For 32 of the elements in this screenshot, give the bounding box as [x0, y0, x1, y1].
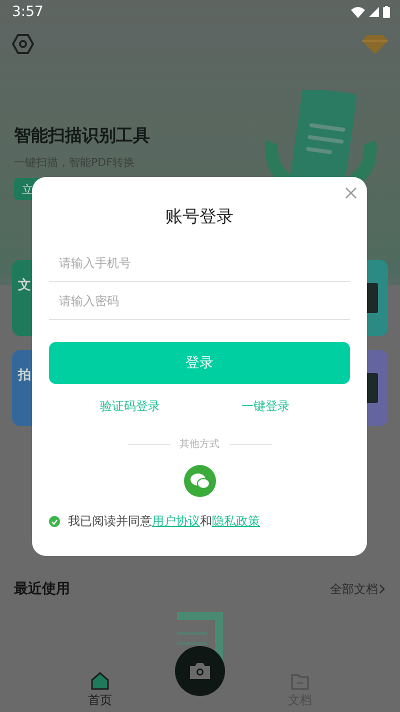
battery-icon: [383, 6, 390, 18]
camera-icon: [189, 662, 211, 680]
card-title: 拍: [18, 368, 31, 383]
wechat-login-button[interactable]: [184, 465, 216, 497]
wifi-icon: [351, 6, 365, 18]
close-button[interactable]: [343, 185, 359, 201]
home-icon: [91, 672, 109, 690]
privacy-policy-link[interactable]: 隐私政策: [212, 514, 260, 528]
recent-title: 最近使用: [14, 580, 70, 598]
chevron-right-icon: [378, 584, 386, 594]
login-method-link[interactable]: 一键登录: [241, 398, 290, 415]
settings-icon[interactable]: [12, 33, 34, 55]
folder-icon: [291, 674, 309, 690]
login-method-link[interactable]: 验证码登录: [100, 398, 160, 415]
camera-button[interactable]: [175, 646, 225, 696]
nav-tab[interactable]: 首页: [70, 671, 130, 710]
check-icon: [51, 518, 58, 524]
login-button[interactable]: 登录: [49, 342, 350, 384]
empty-document-drawing: [175, 610, 225, 660]
status-time: 3:57: [12, 4, 44, 20]
user-agreement-link[interactable]: 用户协议: [152, 514, 200, 528]
agree-checkbox[interactable]: [49, 516, 60, 527]
card-title: 文: [18, 278, 31, 293]
divider-label: 其他方式: [180, 438, 220, 451]
diamond-icon[interactable]: [362, 34, 388, 54]
close-icon: [345, 187, 357, 199]
signal-icon: [369, 7, 379, 17]
hero-title: 智能扫描识别工具: [14, 125, 150, 147]
dialog-title: 账号登录: [166, 206, 234, 228]
chat-bubbles-icon: [190, 473, 210, 489]
all-documents-link[interactable]: 全部文档: [330, 580, 386, 598]
agreement-text: 我已阅读并同意用户协议和隐私政策: [68, 513, 260, 530]
